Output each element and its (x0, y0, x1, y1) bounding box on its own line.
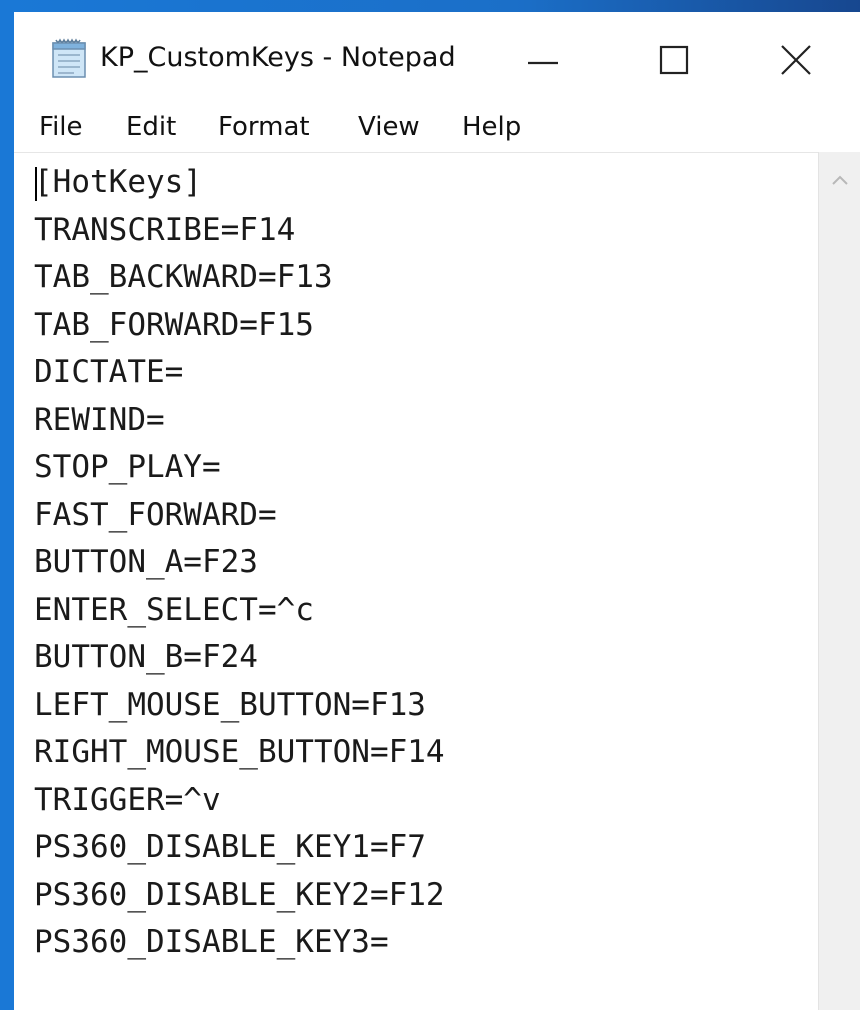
text-line: [HotKeys] (34, 164, 202, 200)
text-line: STOP_PLAY= (34, 449, 221, 485)
text-line: DICTATE= (34, 354, 184, 390)
notepad-icon (48, 37, 90, 79)
document-text[interactable]: [HotKeys] TRANSCRIBE=F14 TAB_BACKWARD=F1… (34, 159, 445, 967)
maximize-button[interactable] (619, 12, 729, 100)
text-line: LEFT_MOUSE_BUTTON=F13 (34, 686, 426, 723)
scroll-up-arrow-icon (832, 175, 848, 185)
maximize-icon (659, 45, 689, 75)
text-line: RIGHT_MOUSE_BUTTON=F14 (34, 734, 445, 770)
minimize-button[interactable] (492, 12, 602, 100)
text-line: TAB_FORWARD=F15 (34, 306, 314, 343)
close-button[interactable] (742, 12, 852, 100)
title-bar[interactable]: KP_CustomKeys - Notepad (14, 12, 860, 100)
menu-file[interactable]: File (39, 112, 83, 142)
text-line: FAST_FORWARD= (34, 496, 277, 533)
text-line: BUTTON_B=F24 (34, 639, 258, 675)
window-title: KP_CustomKeys - Notepad (100, 42, 456, 73)
text-line: PS360_DISABLE_KEY3= (34, 924, 389, 960)
text-line: REWIND= (34, 401, 165, 438)
text-line: TRANSCRIBE=F14 (34, 211, 296, 248)
menu-edit[interactable]: Edit (126, 112, 176, 142)
text-line: BUTTON_A=F23 (34, 544, 258, 580)
text-line: TRIGGER=^v (34, 781, 221, 818)
text-editor[interactable]: [HotKeys] TRANSCRIBE=F14 TAB_BACKWARD=F1… (14, 152, 818, 1010)
menu-format[interactable]: Format (218, 112, 310, 142)
text-line: PS360_DISABLE_KEY2=F12 (34, 876, 445, 913)
text-caret (35, 167, 37, 201)
menu-view[interactable]: View (358, 112, 420, 142)
text-line: ENTER_SELECT=^c (34, 591, 314, 628)
menu-bar: File Edit Format View Help (14, 100, 860, 152)
menu-help[interactable]: Help (462, 112, 521, 142)
text-line: PS360_DISABLE_KEY1=F7 (34, 829, 426, 865)
window-border-top (0, 0, 860, 12)
text-line: TAB_BACKWARD=F13 (34, 259, 333, 295)
notepad-window: KP_CustomKeys - Notepad File Edit Format… (0, 0, 860, 1010)
vertical-scrollbar[interactable] (818, 152, 860, 1010)
minimize-icon (528, 61, 558, 65)
close-icon (781, 45, 811, 75)
scroll-up-button[interactable] (819, 160, 860, 200)
window-border-left (0, 0, 14, 1010)
